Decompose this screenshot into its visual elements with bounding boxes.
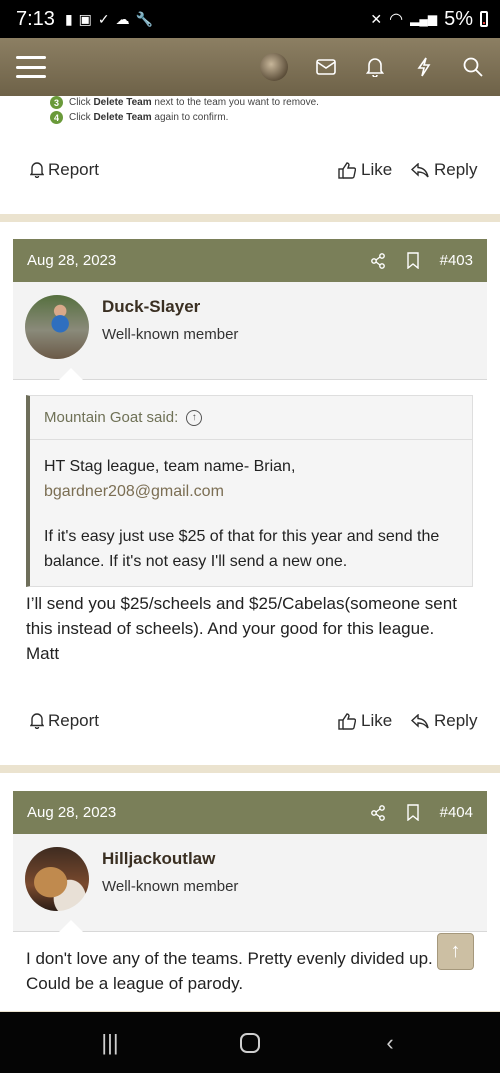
like-button[interactable]: Like [338,711,392,731]
quote-text: If it's easy just use $25 of that for th… [44,528,440,570]
step-number: 4 [50,111,63,124]
bookmark-icon[interactable] [406,804,420,821]
post-date[interactable]: Aug 28, 2023 [27,252,116,269]
post-signoff: Matt [26,644,60,663]
like-label: Like [361,711,393,730]
report-label: Report [48,160,100,179]
thumbs-up-icon [338,712,356,730]
wifi-icon: ◠ [389,11,404,28]
home-button[interactable] [220,1032,280,1053]
system-nav-bar: ||| ‹ [0,1012,500,1073]
quote-block: Mountain Goat said: ↑ HT Stag league, te… [26,395,473,587]
cloud-icon: ☁ [115,10,130,27]
message-arrow [58,919,84,932]
app-header [0,38,500,96]
check-icon: ✓ [97,10,110,27]
post-number[interactable]: #403 [440,252,473,269]
status-bar: 7:13 ▮ ▣ ✓ ☁ 🔧 ✕ ◠ ▂▄▆ 5% [0,0,500,38]
avatar[interactable] [25,847,89,911]
signal-icon: ▂▄▆ [410,12,438,26]
scroll-to-top-button[interactable]: ↑ [437,933,474,970]
user-title: Well-known member [102,326,239,343]
post-date[interactable]: Aug 28, 2023 [27,804,116,821]
quote-text: HT Stag league, team name- Brian, [44,458,296,475]
battery-percent: 5% [444,7,473,30]
instruction-step: 3 Click Delete Team next to the team you… [50,96,319,109]
share-icon[interactable] [370,804,386,821]
reply-icon [411,713,429,728]
avatar[interactable] [260,53,288,81]
report-label: Report [48,711,100,730]
reply-label: Reply [434,711,478,730]
reply-button[interactable]: Reply [411,160,477,180]
post-card: Aug 28, 2023 #404 Hilljackoutlaw Well-kn… [0,773,500,1011]
instruction-step: 4 Click Delete Team again to confirm. [50,111,228,124]
post-card-previous: 3 Click Delete Team next to the team you… [0,96,500,214]
mute-icon: ✕ [370,10,383,27]
reply-icon [411,162,429,177]
report-button[interactable]: Report [30,711,99,731]
share-icon[interactable] [370,252,386,269]
bell-icon [30,713,44,729]
user-info: Hilljackoutlaw Well-known member [13,834,487,932]
reply-label: Reply [434,160,478,179]
arrow-up-icon: ↑ [450,940,461,962]
status-icons-left: ▮ ▣ ✓ ☁ 🔧 [65,11,153,28]
like-button[interactable]: Like [338,160,392,180]
arrow-up-circle-icon[interactable]: ↑ [186,409,203,426]
message-arrow [58,367,84,380]
post-body-text: I’ll send you $25/scheels and $25/Cabela… [26,594,457,638]
username[interactable]: Hilljackoutlaw [102,849,215,869]
image-icon: ▣ [78,10,92,27]
step-bold: Delete Team [93,112,152,123]
post-card: Aug 28, 2023 #403 Duck-Slayer Well-known… [0,222,500,765]
wrench-icon: 🔧 [135,10,154,27]
alert-icon: ▮ [64,10,73,27]
step-number: 3 [50,96,63,109]
username[interactable]: Duck-Slayer [102,297,200,317]
post-body-text: I don't love any of the teams. Pretty ev… [26,949,433,993]
post-header: Aug 28, 2023 #403 [13,239,487,282]
post-actions: Report Like Reply [0,157,500,187]
mail-icon[interactable] [315,59,337,75]
post-body: I’ll send you $25/scheels and $25/Cabela… [26,591,476,666]
menu-icon[interactable] [16,56,46,78]
step-text: again to confirm. [151,112,229,123]
post-actions: Report Like Reply [0,708,500,738]
step-text: next to the team you want to remove. [151,97,319,108]
reply-button[interactable]: Reply [411,711,477,731]
bookmark-icon[interactable] [406,252,420,269]
status-time: 7:13 [16,7,55,30]
step-text: Click [69,97,94,108]
bell-icon [30,162,44,178]
user-title: Well-known member [102,878,239,895]
battery-icon [480,11,488,27]
bell-icon[interactable] [364,57,386,77]
lightning-icon[interactable] [413,57,435,77]
user-info: Duck-Slayer Well-known member [13,282,487,380]
recents-icon[interactable]: ||| [80,1030,140,1056]
thumbs-up-icon [338,161,356,179]
email-link[interactable]: bgardner208@gmail.com [44,483,224,500]
report-button[interactable]: Report [30,160,99,180]
home-icon [240,1032,260,1053]
post-header: Aug 28, 2023 #404 [13,791,487,834]
step-text: Click [69,112,94,123]
search-icon[interactable] [462,57,484,77]
post-body: I don't love any of the teams. Pretty ev… [26,946,466,996]
avatar[interactable] [25,295,89,359]
step-bold: Delete Team [93,97,152,108]
quote-header[interactable]: Mountain Goat said: ↑ [30,396,472,426]
quote-body: HT Stag league, team name- Brian, bgardne… [30,440,472,586]
quote-author: Mountain Goat said: [44,409,179,426]
like-label: Like [361,160,393,179]
back-icon[interactable]: ‹ [360,1030,420,1056]
post-number[interactable]: #404 [440,804,473,821]
